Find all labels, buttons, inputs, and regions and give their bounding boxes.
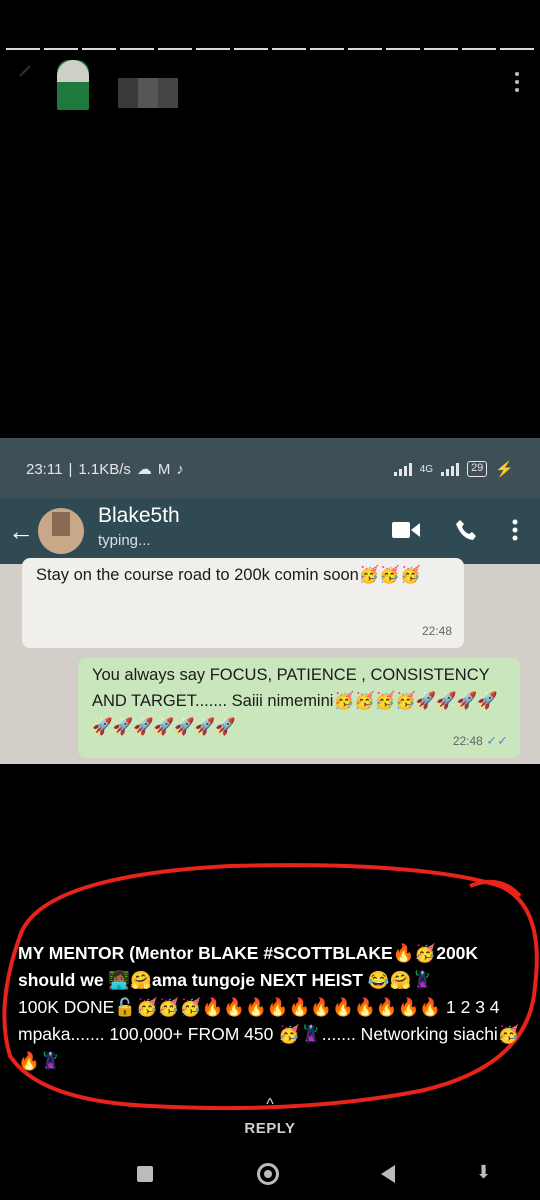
embedded-screenshot: 23:11 | 1.1KB/s ☁ M ♪ 4G 29 ⚡ ← Blake5th… bbox=[0, 438, 540, 764]
incoming-message: Stay on the course road to 200k comin so… bbox=[22, 558, 464, 648]
chevron-up-icon: ^ bbox=[266, 1096, 274, 1113]
chat-header: ← Blake5th typing... bbox=[0, 498, 540, 564]
caption-line-2: 100K DONE🔓🥳🥳🥳🔥🔥🔥🔥🔥🔥🔥🔥🔥🔥🔥 1 2 3 4 mpaka..… bbox=[18, 997, 520, 1071]
more-vert-icon bbox=[512, 519, 518, 541]
chat-avatar bbox=[38, 508, 84, 554]
incoming-message-time: 22:48 bbox=[421, 624, 452, 638]
arrow-back-icon: ← bbox=[8, 516, 34, 546]
network-type: 4G bbox=[419, 463, 434, 475]
story-segment bbox=[424, 48, 458, 50]
cloud-icon: ☁ bbox=[136, 461, 152, 478]
incoming-message-text: Stay on the course road to 200k comin so… bbox=[36, 566, 421, 584]
outgoing-message-time: 22:48 bbox=[452, 734, 483, 748]
system-nav-bar: ⬇ bbox=[0, 1150, 540, 1200]
chat-contact-name: Blake5th bbox=[98, 504, 180, 527]
nav-extra-icon[interactable]: ⬇ bbox=[476, 1162, 491, 1183]
phone-icon bbox=[456, 520, 476, 540]
story-segment bbox=[386, 48, 420, 50]
status-speed: 1.1KB/s bbox=[78, 460, 131, 478]
gmail-icon: M bbox=[157, 460, 171, 478]
outgoing-message: You always say FOCUS, PATIENCE , CONSIST… bbox=[78, 658, 520, 758]
nav-recents-icon[interactable] bbox=[137, 1166, 153, 1182]
status-time: 23:11 bbox=[26, 460, 63, 478]
signal-icon bbox=[393, 462, 412, 476]
story-segment bbox=[6, 48, 40, 50]
story-segment bbox=[82, 48, 116, 50]
story-segment bbox=[234, 48, 268, 50]
story-segment bbox=[500, 48, 534, 50]
reply-label: REPLY bbox=[244, 1120, 296, 1137]
tiktok-icon: ♪ bbox=[176, 460, 184, 478]
story-segment bbox=[120, 48, 154, 50]
nav-back-icon[interactable] bbox=[381, 1165, 395, 1183]
story-caption: MY MENTOR (Mentor BLAKE #SCOTTBLAKE🔥🥳200… bbox=[18, 940, 528, 1075]
nav-home-icon[interactable] bbox=[257, 1163, 279, 1185]
story-segment bbox=[158, 48, 192, 50]
story-segment bbox=[196, 48, 230, 50]
read-ticks-icon: ✓✓ bbox=[486, 733, 508, 748]
charging-icon: ⚡ bbox=[495, 461, 514, 478]
story-segment bbox=[44, 48, 78, 50]
signal-icon-2 bbox=[441, 462, 460, 476]
story-segment bbox=[462, 48, 496, 50]
chat-contact-status: typing... bbox=[98, 532, 151, 549]
reply-button[interactable]: ^ REPLY bbox=[0, 1096, 540, 1138]
battery-icon: 29 bbox=[467, 461, 488, 477]
story-progress bbox=[6, 48, 534, 50]
more-vert-icon[interactable] bbox=[514, 72, 520, 92]
story-segment bbox=[348, 48, 382, 50]
poster-avatar[interactable] bbox=[57, 60, 89, 110]
outgoing-message-text: You always say FOCUS, PATIENCE , CONSIST… bbox=[92, 666, 498, 736]
story-header bbox=[0, 58, 540, 110]
story-segment bbox=[310, 48, 344, 50]
caption-line-1: MY MENTOR (Mentor BLAKE #SCOTTBLAKE🔥🥳200… bbox=[18, 943, 479, 990]
video-call-icon bbox=[392, 522, 420, 538]
back-hint-icon bbox=[19, 65, 31, 77]
story-segment bbox=[272, 48, 306, 50]
conversation-area: Stay on the course road to 200k comin so… bbox=[0, 558, 540, 764]
embedded-status-bar: 23:11 | 1.1KB/s ☁ M ♪ 4G 29 ⚡ bbox=[0, 438, 540, 498]
poster-name-blurred bbox=[118, 78, 178, 108]
